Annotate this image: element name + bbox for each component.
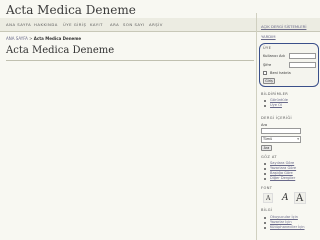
info-authors-link[interactable]: Yazarlar İçin bbox=[270, 220, 292, 224]
ojs-link[interactable]: AÇIK DERGİ SİSTEMLERİ bbox=[261, 24, 306, 29]
notifications-subscribe-link[interactable]: Üye Ol bbox=[270, 103, 282, 107]
login-button[interactable]: Giriş bbox=[263, 78, 275, 84]
nav-item-login[interactable]: ÜYE GİRİŞ bbox=[63, 22, 86, 27]
other-journals-link[interactable]: Diğer Dergiler bbox=[270, 176, 295, 180]
page-title: Acta Medica Deneme bbox=[6, 45, 115, 56]
info-readers-link[interactable]: Okuyucular İçin bbox=[270, 215, 298, 219]
font-large-button[interactable]: A bbox=[296, 193, 303, 204]
username-input[interactable] bbox=[289, 53, 316, 59]
search-label: Ara bbox=[261, 123, 268, 127]
browse-by-title-link[interactable]: Başlığa Göre bbox=[270, 171, 293, 175]
username-label: Kullanıcı Adı bbox=[263, 54, 285, 58]
title-divider bbox=[6, 60, 254, 61]
help-link[interactable]: YARDIM bbox=[261, 34, 276, 39]
nav-item-archive[interactable]: ARŞİV bbox=[149, 22, 163, 27]
user-login-block: ÜYE Kullanıcı Adı Şifre Beni hatırla Gir… bbox=[259, 43, 319, 87]
list-bullet bbox=[264, 222, 266, 224]
list-bullet bbox=[264, 173, 266, 175]
breadcrumb-home[interactable]: ANA SAYFA bbox=[6, 36, 28, 41]
sidebar-divider bbox=[256, 13, 257, 240]
browse-by-issue-link[interactable]: Sayılara Göre bbox=[270, 161, 294, 165]
list-bullet bbox=[264, 105, 266, 107]
remember-me-label: Beni hatırla bbox=[270, 71, 291, 75]
password-input[interactable] bbox=[289, 62, 316, 68]
browse-by-author-link[interactable]: Yazarlara Göre bbox=[270, 166, 296, 170]
list-bullet bbox=[264, 178, 266, 180]
list-bullet bbox=[264, 163, 266, 165]
font-size-heading: FONT bbox=[261, 186, 273, 190]
browse-heading: GÖZ AT bbox=[261, 155, 277, 159]
search-scope-select[interactable]: Tümü ▾ bbox=[261, 136, 301, 143]
info-heading: BİLGİ bbox=[261, 208, 273, 212]
list-bullet bbox=[264, 217, 266, 219]
breadcrumb: ANA SAYFA > Acta Medica Deneme bbox=[6, 36, 81, 41]
password-label: Şifre bbox=[263, 63, 272, 67]
chevron-down-icon: ▾ bbox=[297, 137, 299, 141]
site-title[interactable]: Acta Medica Deneme bbox=[6, 3, 136, 17]
notifications-view-link[interactable]: Görüntüle bbox=[270, 98, 288, 102]
list-bullet bbox=[264, 227, 266, 229]
journal-content-heading: DERGİ İÇERİĞİ bbox=[261, 116, 292, 120]
breadcrumb-current[interactable]: Acta Medica Deneme bbox=[34, 36, 81, 41]
nav-item-current[interactable]: SON SAYI bbox=[123, 22, 145, 27]
list-bullet bbox=[264, 100, 266, 102]
search-input[interactable] bbox=[261, 128, 301, 134]
list-bullet bbox=[264, 168, 266, 170]
user-heading: ÜYE bbox=[263, 46, 272, 50]
nav-item-search[interactable]: ARA bbox=[110, 22, 119, 27]
nav-item-about[interactable]: HAKKINDA bbox=[34, 22, 58, 27]
remember-me-checkbox[interactable] bbox=[263, 71, 267, 75]
nav-item-home[interactable]: ANA SAYFA bbox=[6, 22, 31, 27]
notifications-heading: BİLDİRİMLER bbox=[261, 92, 289, 96]
search-scope-value: Tümü bbox=[263, 137, 273, 141]
font-small-button[interactable]: A bbox=[266, 195, 270, 202]
font-medium-button[interactable]: A bbox=[282, 193, 289, 203]
nav-item-register[interactable]: KAYIT bbox=[90, 22, 103, 27]
search-button[interactable]: Ara bbox=[261, 145, 272, 151]
info-librarians-link[interactable]: Kütüphaneciler İçin bbox=[270, 225, 305, 229]
